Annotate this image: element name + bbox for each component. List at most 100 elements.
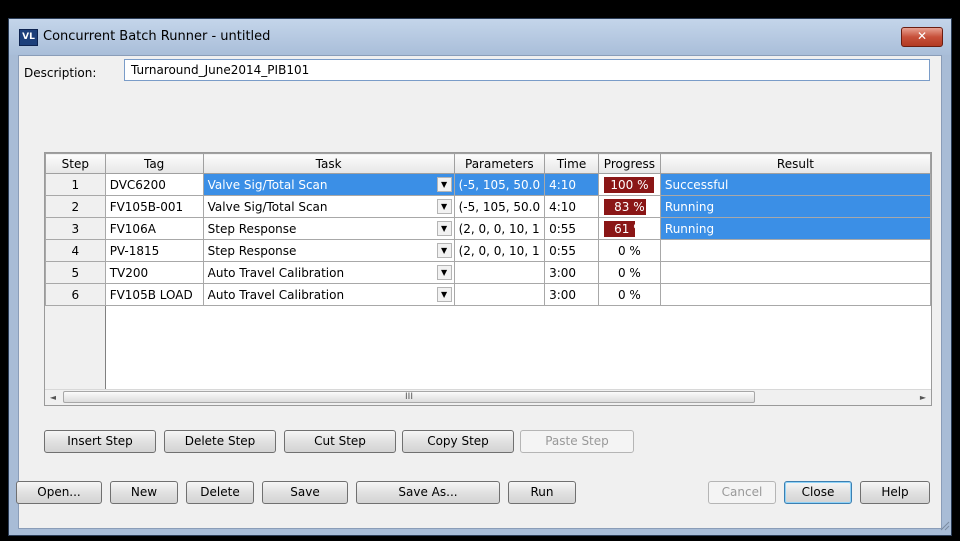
task-cell-text: Auto Travel Calibration xyxy=(207,287,345,302)
tag-cell[interactable]: TV200 xyxy=(104,261,204,284)
progress-cell: 100 % xyxy=(597,173,661,196)
step-number-cell[interactable]: 3 xyxy=(45,217,106,240)
insert-step-button[interactable]: Insert Step xyxy=(44,430,156,453)
save-button[interactable]: Save xyxy=(262,481,348,504)
tag-cell[interactable]: DVC6200 xyxy=(104,173,204,196)
empty-cell xyxy=(203,327,930,348)
column-header-task[interactable]: Task xyxy=(202,153,455,174)
time-cell[interactable]: 0:55 xyxy=(544,239,599,262)
title-bar[interactable]: VL Concurrent Batch Runner - untitled ✕ xyxy=(9,19,951,55)
empty-row xyxy=(45,369,931,390)
window-close-icon[interactable]: ✕ xyxy=(901,27,943,47)
task-cell[interactable]: Step Response ▼ xyxy=(202,217,455,240)
tag-cell[interactable]: FV105B LOAD xyxy=(104,283,204,306)
window-title: Concurrent Batch Runner - untitled xyxy=(43,29,271,44)
task-dropdown-icon[interactable]: ▼ xyxy=(436,177,452,192)
task-cell[interactable]: Step Response ▼ xyxy=(202,239,455,262)
result-cell[interactable] xyxy=(659,283,931,306)
time-cell[interactable]: 4:10 xyxy=(544,195,599,218)
task-dropdown-icon[interactable]: ▼ xyxy=(436,265,452,280)
step-number-cell[interactable]: 6 xyxy=(45,283,106,306)
task-dropdown-icon[interactable]: ▼ xyxy=(436,287,452,302)
column-header-result[interactable]: Result xyxy=(659,153,931,174)
time-cell[interactable]: 3:00 xyxy=(544,261,599,284)
parameters-cell[interactable]: (2, 0, 0, 10, 1 xyxy=(453,217,546,240)
time-cell[interactable]: 3:00 xyxy=(544,283,599,306)
result-cell[interactable] xyxy=(659,261,931,284)
result-cell[interactable]: Successful xyxy=(659,173,931,196)
progress-label: 100 % xyxy=(610,177,649,192)
open-button[interactable]: Open... xyxy=(16,481,102,504)
table-row[interactable]: 3 FV106A Step Response ▼ (2, 0, 0, 10, 1 0:55… xyxy=(45,217,931,240)
scrollbar-thumb[interactable]: III xyxy=(63,391,755,403)
empty-row xyxy=(45,348,931,369)
scroll-left-icon[interactable]: ◄ xyxy=(45,390,61,405)
empty-cell xyxy=(104,305,204,327)
progress-label: 0 % xyxy=(617,243,641,258)
column-header-tag[interactable]: Tag xyxy=(104,153,204,174)
table-row[interactable]: 4 PV-1815 Step Response ▼ (2, 0, 0, 10, 1 0:5… xyxy=(45,239,931,262)
step-number-cell[interactable]: 5 xyxy=(45,261,106,284)
parameters-cell[interactable]: (-5, 105, 50.0 xyxy=(453,173,546,196)
tag-cell[interactable]: FV105B-001 xyxy=(104,195,204,218)
new-button[interactable]: New xyxy=(110,481,178,504)
help-button[interactable]: Help xyxy=(860,481,930,504)
progress-bar: 100 % xyxy=(604,176,655,193)
empty-cell xyxy=(203,369,930,390)
task-dropdown-icon[interactable]: ▼ xyxy=(436,243,452,258)
column-header-step[interactable]: Step xyxy=(45,153,106,174)
column-header-time[interactable]: Time xyxy=(544,153,599,174)
run-button[interactable]: Run xyxy=(508,481,576,504)
empty-cell xyxy=(104,348,204,369)
parameters-cell[interactable]: (2, 0, 0, 10, 1 xyxy=(453,239,546,262)
progress-cell: 0 % xyxy=(597,261,661,284)
task-cell[interactable]: Auto Travel Calibration ▼ xyxy=(202,261,455,284)
copy-step-button[interactable]: Copy Step xyxy=(402,430,514,453)
time-cell[interactable]: 0:55 xyxy=(544,217,599,240)
result-cell[interactable]: Running xyxy=(659,217,931,240)
step-number-cell[interactable]: 2 xyxy=(45,195,106,218)
progress-label: 0 % xyxy=(617,265,641,280)
resize-grip-icon[interactable] xyxy=(938,519,950,531)
cancel-button[interactable]: Cancel xyxy=(708,481,776,504)
tag-cell[interactable]: FV106A xyxy=(104,217,204,240)
result-cell[interactable]: Running xyxy=(659,195,931,218)
table-row[interactable]: 6 FV105B LOAD Auto Travel Calibration ▼ 3:00… xyxy=(45,283,931,306)
parameters-cell[interactable]: (-5, 105, 50.0 xyxy=(453,195,546,218)
app-logo-icon: VL xyxy=(19,29,38,46)
task-cell[interactable]: Valve Sig/Total Scan ▼ xyxy=(202,195,455,218)
delete-button[interactable]: Delete xyxy=(186,481,254,504)
close-button[interactable]: Close xyxy=(784,481,852,504)
paste-step-button[interactable]: Paste Step xyxy=(520,430,634,453)
step-number-cell[interactable]: 1 xyxy=(45,173,106,196)
parameters-cell[interactable] xyxy=(453,283,546,306)
task-dropdown-icon[interactable]: ▼ xyxy=(436,221,452,236)
table-row[interactable]: 5 TV200 Auto Travel Calibration ▼ 3:00 0 % xyxy=(45,261,931,284)
column-header-parameters[interactable]: Parameters xyxy=(453,153,546,174)
batch-steps-grid[interactable]: Step Tag Task Parameters Time Progress R… xyxy=(44,152,932,406)
table-row[interactable]: 2 FV105B-001 Valve Sig/Total Scan ▼ (-5, 105… xyxy=(45,195,931,218)
progress-bar: 0 % xyxy=(604,286,655,303)
empty-cell xyxy=(203,348,930,369)
empty-row xyxy=(45,327,931,348)
progress-cell: 83 % xyxy=(597,195,661,218)
task-cell[interactable]: Valve Sig/Total Scan ▼ xyxy=(202,173,455,196)
parameters-cell[interactable] xyxy=(453,261,546,284)
tag-cell[interactable]: PV-1815 xyxy=(104,239,204,262)
delete-step-button[interactable]: Delete Step xyxy=(164,430,276,453)
horizontal-scrollbar[interactable]: ◄ III ► xyxy=(45,389,931,405)
task-cell[interactable]: Auto Travel Calibration ▼ xyxy=(202,283,455,306)
cut-step-button[interactable]: Cut Step xyxy=(284,430,396,453)
save-as-button[interactable]: Save As... xyxy=(356,481,500,504)
scroll-right-icon[interactable]: ► xyxy=(915,390,931,405)
progress-label: 0 % xyxy=(617,287,641,302)
result-cell[interactable] xyxy=(659,239,931,262)
step-number-cell[interactable]: 4 xyxy=(45,239,106,262)
table-row[interactable]: 1 DVC6200 Valve Sig/Total Scan ▼ (-5, 105, 5… xyxy=(45,173,931,196)
empty-cell xyxy=(45,305,106,327)
column-header-progress[interactable]: Progress xyxy=(597,153,661,174)
task-dropdown-icon[interactable]: ▼ xyxy=(436,199,452,214)
grid-header-row: Step Tag Task Parameters Time Progress R… xyxy=(45,153,931,174)
description-input[interactable]: Turnaround_June2014_PIB101 xyxy=(124,59,930,81)
time-cell[interactable]: 4:10 xyxy=(544,173,599,196)
